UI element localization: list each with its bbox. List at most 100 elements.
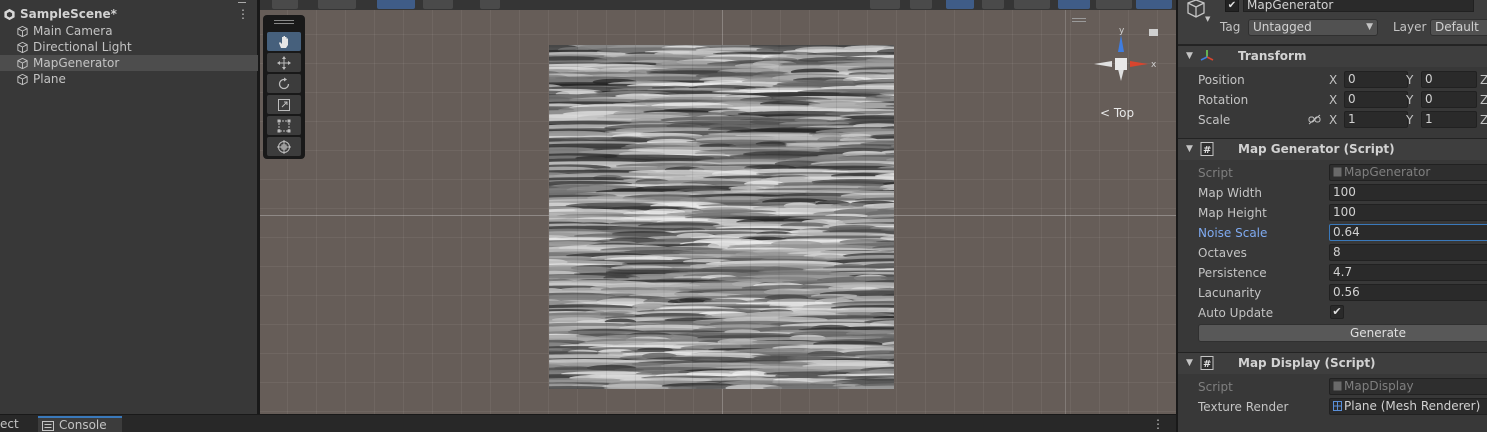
map-width-field[interactable]: 100 [1329,184,1487,201]
lighting-button[interactable] [423,0,453,9]
gizmo-view-label[interactable]: < Top [1100,106,1134,120]
scene-overlay-grip[interactable] [1072,18,1086,22]
axis-y-label: Y [1406,73,1414,87]
texture-render-label: Texture Render [1198,400,1289,414]
auto-update-checkbox[interactable]: ✔ [1330,305,1344,319]
palette-grip[interactable] [274,20,294,24]
tab-project[interactable]: ect [0,416,19,432]
foldout-caret-icon[interactable]: ▼ [1186,358,1193,368]
map-width-row: Map Width 100 [1178,183,1487,203]
gizmos-dropdown[interactable] [1136,0,1172,9]
hierarchy-menu-icon[interactable]: ⋮ [237,7,249,21]
rotation-y-field[interactable]: 0 [1421,91,1477,108]
gizmo-y-arrow[interactable] [1118,35,1124,52]
script-file-icon [1333,381,1342,391]
octaves-field[interactable]: 8 [1329,244,1487,261]
orientation-gizmo[interactable]: y x [1090,25,1160,105]
map-generator-component-header[interactable]: ▼ # Map Generator (Script) [1178,138,1487,160]
tag-dropdown[interactable]: Untagged ▼ [1248,19,1378,36]
rotate-icon [278,77,290,89]
gizmo-x-arrow[interactable] [1130,61,1148,67]
map-display-component-header[interactable]: ▼ # Map Display (Script) [1178,352,1487,374]
foldout-caret-icon[interactable]: ▼ [1186,144,1193,154]
position-row: Position X 0 Y 0 Z [1178,70,1487,90]
scene-root-row[interactable]: SampleScene* [0,6,258,22]
script-object-field: MapDisplay [1329,378,1487,395]
hierarchy-item-directional-light[interactable]: Directional Light [0,39,258,55]
scale-y-field[interactable]: 1 [1421,111,1477,128]
lacunarity-field[interactable]: 0.56 [1329,284,1487,301]
hierarchy-item-plane[interactable]: Plane [0,71,258,87]
script-value: MapDisplay [1344,379,1414,393]
axis-y-label: Y [1406,93,1414,107]
object-name-field[interactable]: MapGenerator [1243,0,1474,12]
hierarchy-panel: SampleScene* ⋮ Main Camera Directional L… [0,0,258,414]
constrain-proportions-icon[interactable] [1308,114,1321,125]
scene-split-line [1065,10,1066,414]
move-toggle-button[interactable] [982,0,1004,9]
rect-tool-button[interactable] [267,116,301,135]
active-checkbox[interactable]: ✔ [1225,0,1239,12]
transform-component-header[interactable]: ▼ Transform [1178,45,1487,67]
rect-transform-icon [277,119,291,132]
effects-button[interactable] [870,0,900,9]
tag-label: Tag [1220,20,1241,34]
scene-camera-dropdown[interactable] [1096,0,1132,9]
grid-line [983,10,984,414]
noise-scale-field[interactable]: 0.64 [1329,224,1487,241]
gizmo-neg-y-arrow[interactable] [1118,69,1124,81]
rotate-tool-button[interactable] [267,74,301,93]
hierarchy-item-main-camera[interactable]: Main Camera [0,23,258,39]
texture-render-field[interactable]: Plane (Mesh Renderer) [1329,398,1487,415]
audio-button[interactable] [480,0,500,9]
generate-button[interactable]: Generate [1198,324,1487,342]
axis-x-label: X [1329,113,1338,127]
grid-line [316,10,317,414]
scale-x-field[interactable]: 1 [1344,111,1408,128]
layer-dropdown[interactable]: Default [1430,19,1487,36]
tab-console[interactable]: Console [38,416,122,432]
component-title: Map Generator (Script) [1238,142,1395,156]
move-tool-button[interactable] [267,53,301,72]
draw-mode-button[interactable] [272,0,298,9]
hierarchy-item-label: Plane [33,72,66,86]
persistence-field[interactable]: 4.7 [1329,264,1487,281]
scale-tool-button[interactable] [267,95,301,114]
scale-label: Scale [1198,113,1231,127]
octaves-label[interactable]: Octaves [1198,246,1247,260]
gameobject-cube-icon [17,57,28,69]
hidden-objects-button[interactable] [1058,0,1090,9]
position-x-field[interactable]: 0 [1344,71,1408,88]
persistence-label[interactable]: Persistence [1198,266,1267,280]
transform-tool-button[interactable] [267,137,301,156]
bottom-menu-icon[interactable]: ⋮ [1152,417,1164,431]
gizmo-neg-x-arrow[interactable] [1094,61,1112,67]
hand-icon [279,35,288,48]
hierarchy-item-mapgenerator[interactable]: MapGenerator [0,55,258,71]
position-y-field[interactable]: 0 [1421,71,1477,88]
map-height-label[interactable]: Map Height [1198,206,1267,220]
mesh-renderer-icon [1333,401,1342,411]
scene-view[interactable]: y x < Top [260,0,1176,414]
gizmo-center-cube[interactable] [1115,58,1127,70]
hand-toggle-button[interactable] [946,0,974,9]
lacunarity-label[interactable]: Lacunarity [1198,286,1261,300]
noise-scale-label[interactable]: Noise Scale [1198,226,1267,240]
layers-dropdown[interactable] [1014,0,1050,9]
icon-dropdown-caret-icon[interactable]: ▼ [1205,15,1210,23]
map-height-field[interactable]: 100 [1329,204,1487,221]
lock-icon[interactable] [1149,29,1158,36]
noise-texture-plane[interactable] [549,45,894,389]
grid-line [260,34,1176,35]
map-width-label[interactable]: Map Width [1198,186,1262,200]
shading-dropdown[interactable] [318,0,356,9]
map-height-row: Map Height 100 [1178,203,1487,223]
gameobject-cube-icon [1187,0,1205,18]
foldout-caret-icon[interactable]: ▼ [1186,51,1193,61]
position-label: Position [1198,73,1245,87]
2d-toggle-button[interactable] [377,0,415,9]
hand-tool-button[interactable] [267,32,301,51]
camera-button[interactable] [910,0,932,9]
hierarchy-item-label: Directional Light [33,40,132,54]
rotation-x-field[interactable]: 0 [1344,91,1408,108]
